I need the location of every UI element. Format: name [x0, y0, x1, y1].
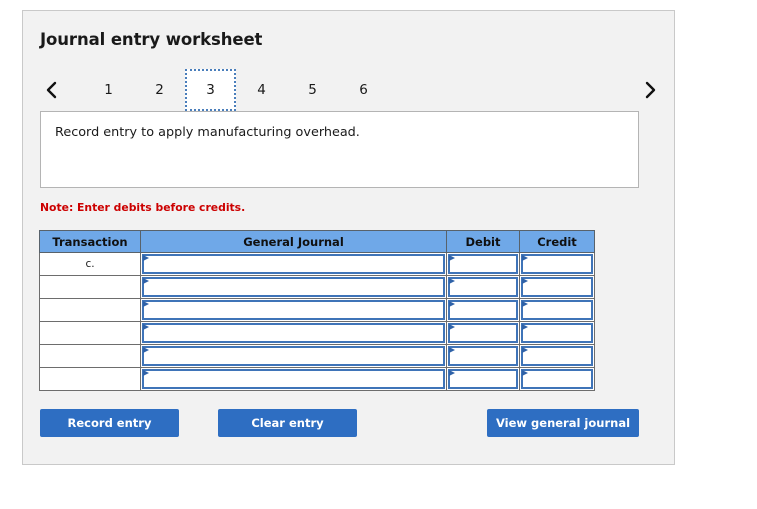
tab-6[interactable]: 6 — [338, 69, 389, 111]
instruction-box: Record entry to apply manufacturing over… — [40, 111, 639, 188]
debit-input[interactable] — [448, 300, 518, 320]
debit-input[interactable] — [448, 369, 518, 389]
clear-entry-button[interactable]: Clear entry — [218, 409, 357, 437]
transaction-label-cell — [39, 298, 141, 322]
view-general-journal-button[interactable]: View general journal — [487, 409, 639, 437]
credit-cell — [519, 252, 595, 276]
debit-cell — [446, 367, 520, 391]
general-journal-cell — [140, 252, 447, 276]
table-row — [39, 344, 595, 368]
table-row: c. — [39, 252, 595, 276]
tab-5[interactable]: 5 — [287, 69, 338, 111]
page-title: Journal entry worksheet — [40, 30, 263, 49]
general-journal-input[interactable] — [142, 369, 445, 389]
table-row — [39, 321, 595, 345]
credit-input[interactable] — [521, 254, 593, 274]
debit-cell — [446, 344, 520, 368]
chevron-right-icon — [643, 80, 658, 100]
credit-cell — [519, 275, 595, 299]
general-journal-input[interactable] — [142, 300, 445, 320]
previous-entry-button[interactable] — [37, 69, 65, 111]
credit-input[interactable] — [521, 323, 593, 343]
tab-4[interactable]: 4 — [236, 69, 287, 111]
credit-cell — [519, 321, 595, 345]
column-header-transaction: Transaction — [39, 230, 141, 253]
credit-cell — [519, 367, 595, 391]
column-header-debit: Debit — [446, 230, 520, 253]
general-journal-input[interactable] — [142, 323, 445, 343]
general-journal-input[interactable] — [142, 254, 445, 274]
worksheet-tab-strip: 1 2 3 4 5 6 — [31, 69, 668, 111]
debit-cell — [446, 275, 520, 299]
journal-entry-table: Transaction General Journal Debit Credit… — [39, 230, 595, 391]
transaction-label-cell: c. — [39, 252, 141, 276]
debit-input[interactable] — [448, 277, 518, 297]
general-journal-cell — [140, 298, 447, 322]
credit-cell — [519, 298, 595, 322]
general-journal-input[interactable] — [142, 277, 445, 297]
debit-cell — [446, 252, 520, 276]
credit-input[interactable] — [521, 277, 593, 297]
instruction-text: Record entry to apply manufacturing over… — [55, 125, 360, 140]
debit-cell — [446, 298, 520, 322]
tab-list: 1 2 3 4 5 6 — [83, 69, 389, 111]
table-row — [39, 275, 595, 299]
general-journal-cell — [140, 275, 447, 299]
debit-input[interactable] — [448, 346, 518, 366]
column-header-credit: Credit — [519, 230, 595, 253]
general-journal-cell — [140, 367, 447, 391]
table-header-row: Transaction General Journal Debit Credit — [39, 230, 595, 253]
transaction-label-cell — [39, 344, 141, 368]
credit-input[interactable] — [521, 300, 593, 320]
table-row — [39, 298, 595, 322]
debit-input[interactable] — [448, 323, 518, 343]
debit-cell — [446, 321, 520, 345]
transaction-label-cell — [39, 367, 141, 391]
transaction-label-cell — [39, 321, 141, 345]
general-journal-cell — [140, 321, 447, 345]
journal-entry-worksheet-panel: Journal entry worksheet 1 2 3 4 5 6 Reco… — [22, 10, 675, 465]
next-entry-button[interactable] — [636, 69, 664, 111]
debits-before-credits-note: Note: Enter debits before credits. — [40, 201, 246, 214]
column-header-general-journal: General Journal — [140, 230, 447, 253]
general-journal-cell — [140, 344, 447, 368]
credit-input[interactable] — [521, 346, 593, 366]
table-row — [39, 367, 595, 391]
record-entry-button[interactable]: Record entry — [40, 409, 179, 437]
debit-input[interactable] — [448, 254, 518, 274]
tab-1[interactable]: 1 — [83, 69, 134, 111]
credit-cell — [519, 344, 595, 368]
general-journal-input[interactable] — [142, 346, 445, 366]
credit-input[interactable] — [521, 369, 593, 389]
transaction-label-cell — [39, 275, 141, 299]
tab-2[interactable]: 2 — [134, 69, 185, 111]
tab-3[interactable]: 3 — [185, 69, 236, 111]
chevron-left-icon — [44, 80, 59, 100]
